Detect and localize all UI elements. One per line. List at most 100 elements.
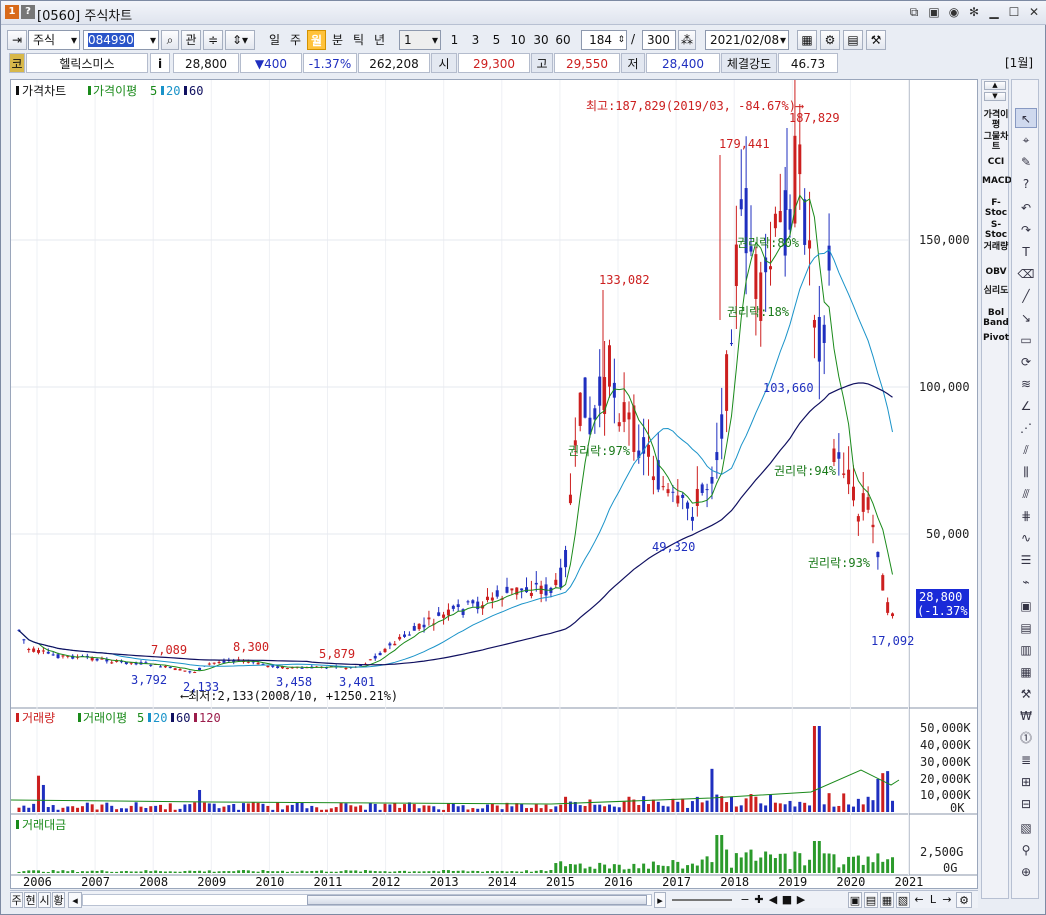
indicator-pivot[interactable]: Pivot bbox=[982, 333, 1010, 343]
panel-toggle-icon[interactable]: ⇥ bbox=[7, 30, 27, 50]
chart-area[interactable]: 가격차트 가격이평 5 20 60 거래량 거래이평 5 20 60 120 거… bbox=[10, 77, 978, 889]
alert-icon[interactable]: ⓵ bbox=[1015, 728, 1037, 748]
copy-icon[interactable]: ▣ bbox=[927, 4, 941, 20]
magnifier-icon[interactable]: ⚲ bbox=[1015, 840, 1037, 860]
fit-icon[interactable]: L bbox=[926, 892, 940, 908]
stop-icon[interactable]: ■ bbox=[780, 892, 794, 908]
total-input[interactable]: 300 bbox=[642, 30, 676, 50]
close-icon[interactable]: ✕ bbox=[1027, 4, 1041, 20]
split-icon[interactable]: ▦ bbox=[1015, 662, 1037, 682]
fan-icon[interactable]: ⋰ bbox=[1015, 418, 1037, 438]
window-icon[interactable]: ▣ bbox=[1015, 596, 1037, 616]
stock-name[interactable]: 헬릭스미스 bbox=[26, 53, 148, 73]
tab-hwang[interactable]: 황 bbox=[52, 892, 65, 908]
interval-select[interactable]: 1 ▾ bbox=[399, 30, 441, 50]
period-week[interactable]: 주 bbox=[286, 30, 305, 50]
horizontal-scrollbar[interactable] bbox=[82, 894, 652, 906]
save-chart-icon[interactable]: ▤ bbox=[864, 892, 878, 908]
indicator-volume[interactable]: 거래량 bbox=[982, 242, 1010, 252]
prev-icon[interactable]: ◀ bbox=[766, 892, 780, 908]
gann-icon[interactable]: ∠ bbox=[1015, 396, 1037, 416]
indicator-sstoc[interactable]: S-Stoc bbox=[982, 220, 1010, 240]
undo-icon[interactable]: ↶ bbox=[1015, 198, 1037, 218]
search-icon[interactable]: ⌕ bbox=[161, 30, 179, 50]
back-icon[interactable]: ← bbox=[912, 892, 926, 908]
scroll-down-icon[interactable]: ▼ bbox=[984, 92, 1006, 101]
count-input[interactable]: 184 ⇕ bbox=[581, 30, 627, 50]
gwan-button[interactable]: 관 bbox=[181, 30, 201, 50]
minimize-icon[interactable]: ▁ bbox=[987, 4, 1001, 20]
forward-icon[interactable]: → bbox=[940, 892, 954, 908]
redo-icon[interactable]: ↷ bbox=[1015, 220, 1037, 240]
zoom-in-icon[interactable]: ✚ bbox=[752, 892, 766, 908]
level-icon[interactable]: ☰ bbox=[1015, 550, 1037, 570]
parallel-icon[interactable]: ⫻ bbox=[1015, 484, 1037, 504]
chart-canvas[interactable]: 가격차트 가격이평 5 20 60 거래량 거래이평 5 20 60 120 거… bbox=[10, 77, 977, 889]
tab-si[interactable]: 시 bbox=[38, 892, 51, 908]
quick-interval-30[interactable]: 30 bbox=[530, 30, 552, 50]
indicator-psych[interactable]: 심리도 bbox=[982, 286, 1010, 296]
spinner-icon[interactable]: ⇕ bbox=[617, 31, 625, 49]
chart-icon[interactable]: ▥ bbox=[1015, 640, 1037, 660]
wave-icon[interactable]: ∿ bbox=[1015, 528, 1037, 548]
market-select[interactable]: 주식 ▾ bbox=[28, 30, 80, 50]
layout-icon[interactable]: ▦ bbox=[880, 892, 894, 908]
excel-export-icon[interactable]: ▣ bbox=[848, 892, 862, 908]
period-tick[interactable]: 틱 bbox=[349, 30, 368, 50]
grid-icon[interactable]: ▦ bbox=[797, 30, 817, 50]
tab-ju[interactable]: 주 bbox=[10, 892, 23, 908]
save-icon[interactable]: ▤ bbox=[843, 30, 863, 50]
quick-interval-5[interactable]: 5 bbox=[487, 30, 506, 50]
fibonacci-icon[interactable]: ≋ bbox=[1015, 374, 1037, 394]
play-icon[interactable]: ▶ bbox=[794, 892, 808, 908]
scroll-right-icon[interactable]: ▸ bbox=[654, 892, 666, 908]
camera-icon[interactable]: ◉ bbox=[947, 4, 961, 20]
scroll-left-icon[interactable]: ◂ bbox=[68, 892, 82, 908]
scroll-up-icon[interactable]: ▲ bbox=[984, 81, 1006, 90]
rectangle-icon[interactable]: ▭ bbox=[1015, 330, 1037, 350]
wrench-icon[interactable]: ⚒ bbox=[1015, 684, 1037, 704]
help-badge[interactable]: ? bbox=[21, 5, 35, 19]
info-button[interactable]: i bbox=[150, 53, 170, 73]
indicator-macd[interactable]: MACD bbox=[982, 176, 1012, 186]
pen-icon[interactable]: ✎ bbox=[1015, 152, 1037, 172]
period-year[interactable]: 년 bbox=[370, 30, 389, 50]
crosshair-icon[interactable]: ⌖ bbox=[1015, 130, 1037, 150]
tools-icon[interactable]: ⚒ bbox=[866, 30, 886, 50]
zoom-slider[interactable] bbox=[672, 899, 732, 901]
eraser-icon[interactable]: ⌫ bbox=[1015, 264, 1037, 284]
analysis-icon[interactable]: ⊞ bbox=[1015, 772, 1037, 792]
text-icon[interactable]: T bbox=[1015, 242, 1037, 262]
indicator-obv[interactable]: OBV bbox=[982, 267, 1010, 277]
quick-interval-1[interactable]: 1 bbox=[445, 30, 464, 50]
link-icon[interactable]: ⧉ bbox=[907, 4, 921, 20]
document-icon[interactable]: ▤ bbox=[1015, 618, 1037, 638]
list-icon[interactable]: ≣ bbox=[1015, 750, 1037, 770]
arrange-icon[interactable]: ≑ bbox=[203, 30, 223, 50]
indicator-fstoc[interactable]: F-Stoc bbox=[982, 198, 1010, 218]
code-input[interactable]: 084990 ▾ bbox=[83, 30, 159, 50]
indicator-ma[interactable]: 가격이평 bbox=[982, 110, 1010, 130]
cursor-icon[interactable]: ↖ bbox=[1015, 108, 1037, 128]
channel-icon[interactable]: ⫽ bbox=[1015, 440, 1037, 460]
screen-number-badge[interactable]: 1 bbox=[5, 5, 19, 19]
cycle-icon[interactable]: ⟳ bbox=[1015, 352, 1037, 372]
price-tool-icon[interactable]: ₩ bbox=[1015, 706, 1037, 726]
indicator-grid[interactable]: 그물차트 bbox=[982, 132, 1010, 152]
period-minute[interactable]: 분 bbox=[328, 30, 347, 50]
quick-interval-10[interactable]: 10 bbox=[507, 30, 529, 50]
auto-trend-icon[interactable]: ⌁ bbox=[1015, 572, 1037, 592]
maximize-icon[interactable]: ☐ bbox=[1007, 4, 1021, 20]
excel-icon[interactable]: ▧ bbox=[1015, 818, 1037, 838]
period-month[interactable]: 월 bbox=[307, 30, 326, 50]
zoom-out-icon[interactable]: − bbox=[738, 892, 752, 908]
tab-hyeon[interactable]: 현 bbox=[24, 892, 37, 908]
indicator-cci[interactable]: CCI bbox=[982, 157, 1010, 167]
target-icon[interactable]: ⊕ bbox=[1015, 862, 1037, 882]
scrollbar-thumb[interactable] bbox=[307, 895, 647, 905]
trendline-icon[interactable]: ╱ bbox=[1015, 286, 1037, 306]
report-icon[interactable]: ⊟ bbox=[1015, 794, 1037, 814]
updown-icon[interactable]: ⇕▾ bbox=[225, 30, 255, 50]
quick-interval-60[interactable]: 60 bbox=[552, 30, 574, 50]
period-day[interactable]: 일 bbox=[265, 30, 284, 50]
